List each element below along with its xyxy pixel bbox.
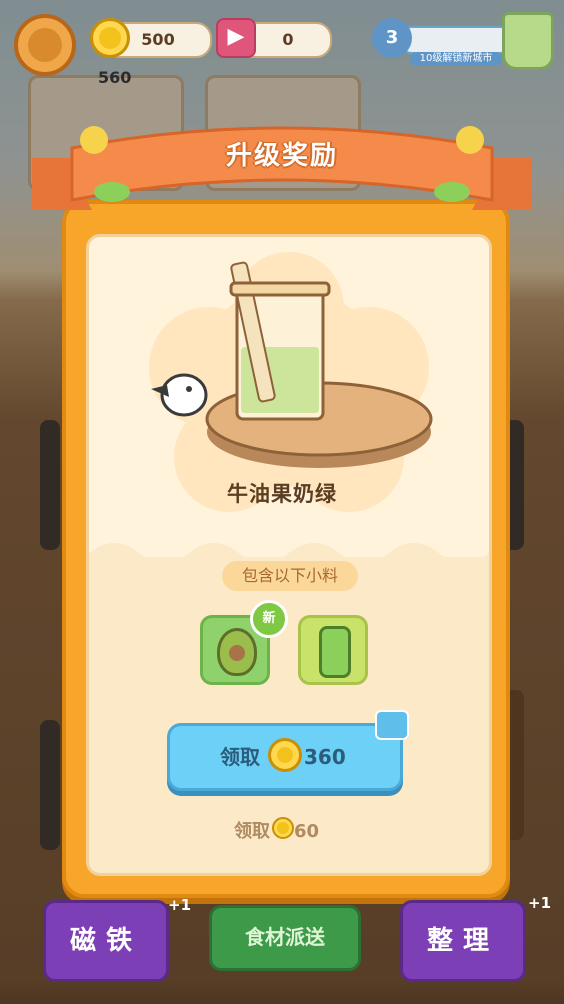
organize-plus-count: +1 bbox=[528, 894, 552, 912]
video-ad-icon bbox=[375, 710, 409, 740]
upgrade-reward-dialog bbox=[62, 200, 510, 898]
plain-claim-amount: 60 bbox=[294, 821, 320, 842]
coin-icon bbox=[90, 18, 130, 58]
plain-claim-label: 领取 bbox=[234, 821, 270, 842]
plain-claim-link[interactable]: 领取 60 bbox=[234, 815, 319, 843]
ticket-counter-value: 0 bbox=[282, 30, 294, 49]
claim-coin-icon bbox=[268, 738, 302, 772]
magnet-plus-count: +1 bbox=[168, 896, 192, 914]
settings-gear-icon[interactable] bbox=[14, 14, 76, 76]
level-progress-bar bbox=[400, 26, 512, 54]
magnet-button-label: 磁铁 bbox=[69, 926, 142, 956]
claim-reward-button[interactable]: 领取 360 bbox=[167, 723, 403, 791]
syrup-ingredient-tile bbox=[298, 615, 368, 685]
claim-button-amount: 360 bbox=[304, 745, 346, 769]
magnet-button[interactable]: 磁铁 bbox=[43, 900, 169, 982]
drink-name: 牛油果奶绿 bbox=[227, 482, 337, 506]
delivery-button-label: 食材派送 bbox=[245, 925, 325, 949]
plain-claim-coin-icon bbox=[272, 817, 294, 839]
level-star-icon: 3 bbox=[372, 18, 412, 58]
new-badge: 新 bbox=[250, 600, 288, 638]
organize-button-label: 整理 bbox=[426, 926, 499, 956]
syrup-bottle-icon bbox=[319, 626, 351, 678]
dialog-title: 升级奖励 bbox=[225, 141, 338, 171]
drink-illustration bbox=[149, 252, 433, 512]
ingredient-delivery-button[interactable]: 食材派送 bbox=[209, 905, 361, 971]
ingredients-label: 包含以下小料 bbox=[222, 561, 358, 591]
score-text: 560 bbox=[98, 68, 132, 87]
level-caption: 10级解锁新城市 bbox=[410, 52, 502, 66]
organize-button[interactable]: 整理 bbox=[400, 900, 526, 982]
ticket-plus-icon[interactable]: ▶ bbox=[216, 18, 256, 58]
cup-goal-icon[interactable] bbox=[502, 12, 554, 70]
claim-button-label: 领取 bbox=[220, 745, 260, 769]
avocado-icon bbox=[217, 628, 257, 676]
drink-showcase bbox=[89, 237, 489, 573]
level-number: 3 bbox=[385, 27, 399, 48]
coin-counter-value: 500 bbox=[141, 30, 175, 49]
